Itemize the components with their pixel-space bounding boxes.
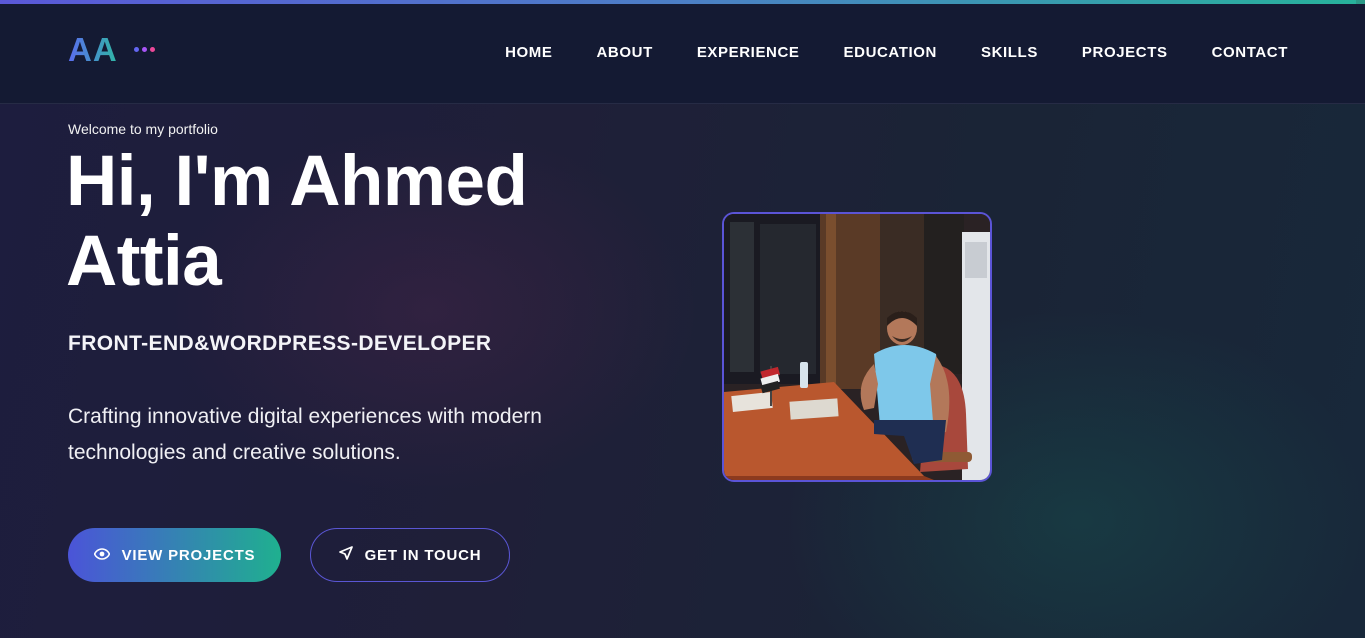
nav-home[interactable]: HOME (505, 44, 552, 61)
view-projects-label: VIEW PROJECTS (121, 546, 256, 564)
get-in-touch-button[interactable]: GET IN TOUCH (310, 528, 510, 582)
logo-dot (133, 47, 139, 52)
profile-photo (722, 212, 992, 482)
logo[interactable]: AA (68, 33, 155, 66)
site-header: AA HOME ABOUT EXPERIENCE EDUCATION SKILL… (0, 4, 1365, 104)
eye-icon (93, 547, 110, 564)
get-in-touch-label: GET IN TOUCH (364, 546, 482, 564)
logo-dot (141, 47, 147, 52)
hero-description: Crafting innovative digital experiences … (68, 405, 542, 464)
logo-text: AA (68, 31, 118, 68)
main-nav: HOME ABOUT EXPERIENCE EDUCATION SKILLS P… (505, 44, 1288, 61)
welcome-text: Welcome to my portfolio (68, 121, 218, 137)
send-icon (338, 546, 353, 564)
nav-skills[interactable]: SKILLS (981, 44, 1038, 61)
view-projects-button[interactable]: VIEW PROJECTS (68, 528, 281, 582)
nav-projects[interactable]: PROJECTS (1082, 44, 1168, 61)
nav-about[interactable]: ABOUT (597, 44, 653, 61)
nav-education[interactable]: EDUCATION (844, 44, 937, 61)
role-title: FRONT-END&WORDPRESS-DEVELOPER (68, 332, 492, 355)
nav-contact[interactable]: CONTACT (1212, 44, 1288, 61)
logo-dot (149, 47, 155, 52)
logo-dots (133, 47, 155, 52)
hero-title: Hi, I'm Ahmed Attia (66, 142, 528, 301)
nav-experience[interactable]: EXPERIENCE (697, 44, 800, 61)
